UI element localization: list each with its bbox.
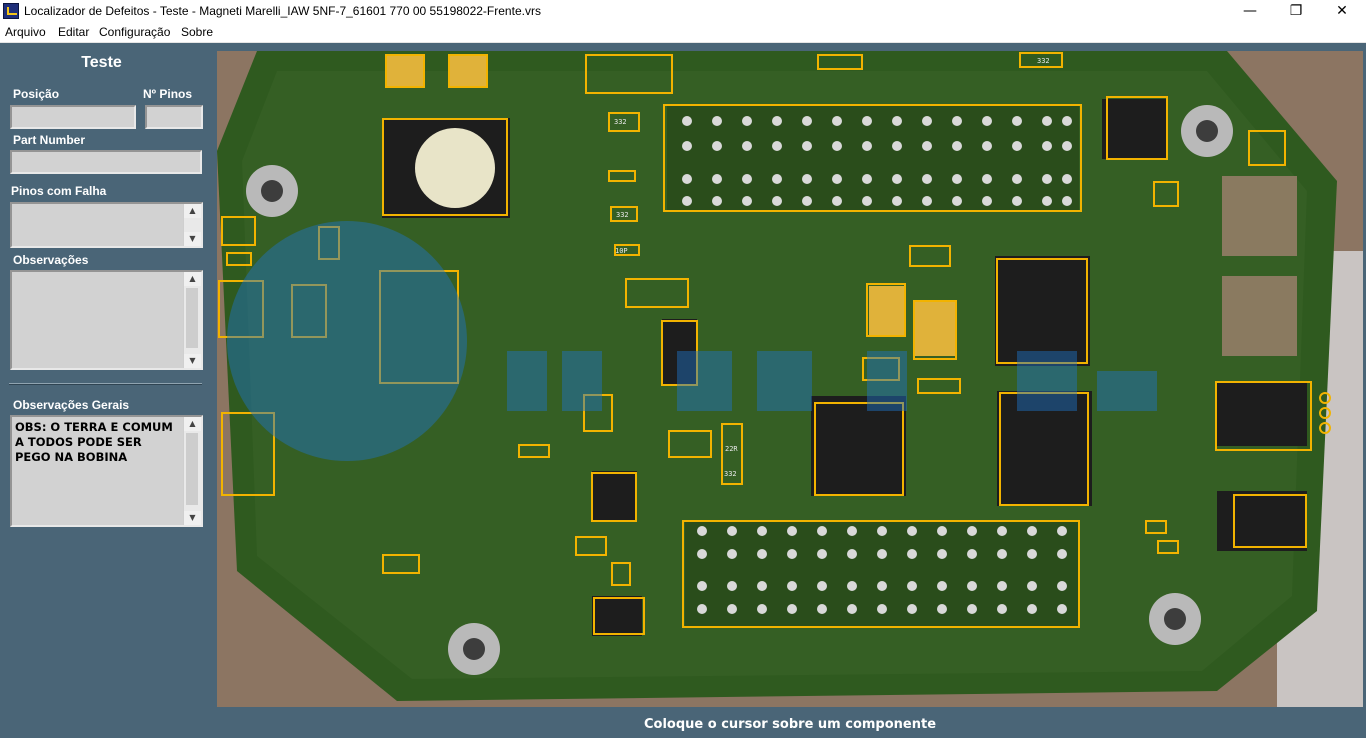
scroll-thumb[interactable] xyxy=(186,288,198,348)
general-observations-label: Observações Gerais xyxy=(13,398,130,412)
mounting-hole-center xyxy=(1196,120,1218,142)
part-number-field[interactable] xyxy=(10,150,202,174)
mounting-hole-center xyxy=(463,638,485,660)
chip-label: 22R xyxy=(725,445,738,453)
pcb-board-image: 332 332 332 10P 22R 332 xyxy=(217,51,1363,707)
menu-sobre[interactable]: Sobre xyxy=(181,25,213,39)
failing-pins-label: Pinos com Falha xyxy=(11,184,107,198)
capacitor xyxy=(914,301,956,356)
pins-label: Nº Pinos xyxy=(143,87,193,101)
ic-chip xyxy=(1217,491,1307,551)
chip-label: 332 xyxy=(1037,57,1050,65)
pins-field[interactable] xyxy=(145,105,203,129)
resistor-array xyxy=(1222,276,1297,356)
part-number-label: Part Number xyxy=(13,133,86,147)
chip-label: 332 xyxy=(614,118,627,126)
capacitor xyxy=(869,286,904,336)
title-bar: Localizador de Defeitos - Teste - Magnet… xyxy=(0,0,1366,23)
general-observations-scrollbar[interactable]: ▲ ▼ xyxy=(183,417,201,525)
ic-chip xyxy=(1217,381,1307,446)
left-panel: Teste Posição Nº Pinos Part Number Pinos… xyxy=(0,43,215,738)
position-field[interactable] xyxy=(10,105,136,129)
mounting-hole-center xyxy=(261,180,283,202)
scroll-down-icon[interactable]: ▼ xyxy=(184,232,201,246)
ic-chip xyxy=(592,596,642,636)
ic-label-sticker xyxy=(415,128,495,208)
close-button[interactable]: ✕ xyxy=(1319,0,1365,23)
pcb-board-view[interactable]: 332 332 332 10P 22R 332 xyxy=(217,51,1363,707)
app-icon[interactable] xyxy=(3,3,19,19)
general-observations-text: OBS: O TERRA E COMUM A TODOS PODE SER PE… xyxy=(15,420,173,464)
failing-pins-scrollbar[interactable]: ▲ ▼ xyxy=(183,204,201,246)
chip-label: 10P xyxy=(615,247,628,255)
failing-pins-field[interactable]: ▲ ▼ xyxy=(10,202,203,248)
ic-chip xyxy=(592,471,637,521)
general-observations-field[interactable]: OBS: O TERRA E COMUM A TODOS PODE SER PE… xyxy=(10,415,203,527)
resistor-array xyxy=(1222,176,1297,256)
observations-label: Observações xyxy=(13,253,89,267)
observations-scrollbar[interactable]: ▲ ▼ xyxy=(183,272,201,368)
mounting-hole-center xyxy=(1164,608,1186,630)
menu-bar: Arquivo Editar Configuração Sobre xyxy=(0,23,1366,43)
minimize-button[interactable]: — xyxy=(1227,0,1273,23)
scroll-down-icon[interactable]: ▼ xyxy=(184,354,201,368)
menu-editar[interactable]: Editar xyxy=(58,25,89,39)
scroll-up-icon[interactable]: ▲ xyxy=(184,417,201,431)
ic-chip xyxy=(1102,99,1167,159)
maximize-button[interactable]: ❐ xyxy=(1273,0,1319,23)
chip-label: 332 xyxy=(616,211,629,219)
panel-separator xyxy=(9,383,202,385)
menu-arquivo[interactable]: Arquivo xyxy=(5,25,46,39)
scroll-thumb[interactable] xyxy=(186,433,198,505)
capacitor xyxy=(450,56,486,86)
observations-field[interactable]: ▲ ▼ xyxy=(10,270,203,370)
window-title: Localizador de Defeitos - Teste - Magnet… xyxy=(24,4,541,18)
menu-configuracao[interactable]: Configuração xyxy=(99,25,170,39)
scroll-up-icon[interactable]: ▲ xyxy=(184,272,201,286)
status-bar: Coloque o cursor sobre um componente xyxy=(643,717,937,732)
scroll-down-icon[interactable]: ▼ xyxy=(184,511,201,525)
position-label: Posição xyxy=(13,87,60,101)
capacitor xyxy=(387,56,423,86)
scroll-up-icon[interactable]: ▲ xyxy=(184,204,201,218)
chip-label: 332 xyxy=(724,470,737,478)
ic-chip xyxy=(995,256,1090,366)
panel-title: Teste xyxy=(81,54,122,71)
